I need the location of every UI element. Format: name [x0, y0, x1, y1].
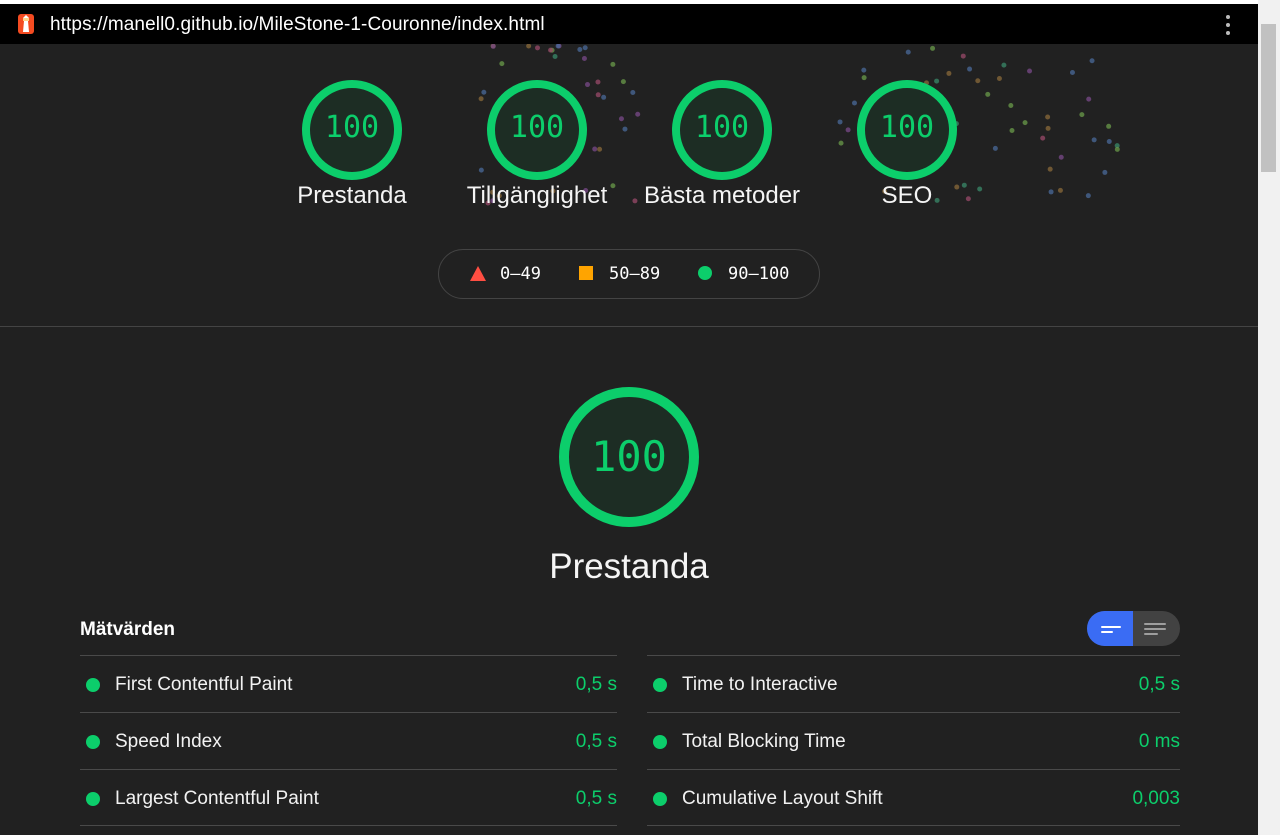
metric-value: 0,5 s — [575, 788, 617, 809]
triangle-icon — [470, 266, 486, 281]
legend-average-label: 50–89 — [609, 264, 661, 284]
confetti-dot — [526, 44, 532, 49]
metric-value: 0,5 s — [575, 674, 617, 695]
confetti-dot — [1009, 127, 1015, 133]
metrics-left-column: First Contentful Paint 0,5 s Speed Index… — [80, 655, 617, 826]
metric-row: Time to Interactive 0,5 s — [647, 655, 1180, 712]
confetti-dot — [1086, 96, 1092, 102]
metric-name: Cumulative Layout Shift — [682, 788, 883, 809]
gauge-label: Bästa metoder — [643, 182, 801, 209]
metric-value: 0,5 s — [575, 731, 617, 752]
confetti-dot — [1008, 102, 1014, 108]
pass-icon — [86, 678, 100, 692]
metric-row: First Contentful Paint 0,5 s — [80, 655, 617, 712]
confetti-dot — [960, 53, 966, 59]
gauge-label: Prestanda — [297, 182, 407, 209]
confetti-dot — [1079, 112, 1085, 118]
confetti-dot — [1045, 114, 1051, 120]
metric-value: 0 ms — [1138, 731, 1180, 752]
confetti-dot — [1040, 135, 1046, 141]
confetti-dot — [581, 55, 587, 61]
confetti-dot — [861, 67, 867, 73]
browser-topbar: https://manell0.github.io/MileStone-1-Co… — [0, 0, 1258, 44]
confetti-dot — [535, 45, 541, 51]
confetti-dot — [552, 54, 558, 60]
confetti-dot — [582, 45, 588, 51]
confetti-dot — [490, 44, 496, 49]
performance-score: 100 — [591, 432, 667, 481]
confetti-dot — [1091, 137, 1097, 143]
gauge-best-practices[interactable]: 100 Bästa metoder — [632, 78, 812, 210]
metrics-heading: Mätvärden — [80, 619, 176, 640]
gauge-score: 100 — [509, 110, 565, 145]
confetti-dot — [930, 45, 936, 51]
confetti-dot — [1045, 125, 1051, 131]
confetti-dot — [1022, 120, 1028, 126]
gauge-performance[interactable]: 100 Prestanda — [262, 78, 442, 210]
metric-name: First Contentful Paint — [115, 674, 293, 695]
square-icon — [579, 266, 593, 280]
gauge-score: 100 — [879, 110, 935, 145]
confetti-dot — [967, 66, 973, 72]
gauge-seo[interactable]: 100 SEO — [817, 78, 997, 210]
view-expanded-button[interactable] — [1133, 611, 1179, 646]
more-vert-icon[interactable] — [1221, 13, 1235, 37]
scrollbar[interactable] — [1258, 0, 1280, 835]
confetti-dot — [548, 47, 554, 53]
score-legend: 0–49 50–89 90–100 — [438, 249, 820, 299]
confetti-dot — [1027, 68, 1033, 74]
scores-header: 100 Prestanda 100 Tillgänglighet 100 Bäs… — [0, 44, 1258, 327]
confetti-dot — [1102, 169, 1108, 175]
metric-row: Cumulative Layout Shift 0,003 — [647, 769, 1180, 826]
pass-icon — [86, 792, 100, 806]
pass-icon — [653, 678, 667, 692]
confetti-dot — [610, 61, 616, 67]
metric-row: Largest Contentful Paint 0,5 s — [80, 769, 617, 826]
metric-name: Time to Interactive — [682, 674, 838, 695]
confetti-dot — [1057, 187, 1063, 193]
pass-icon — [86, 735, 100, 749]
confetti-dot — [996, 75, 1002, 81]
confetti-dot — [577, 47, 583, 53]
legend-fail-label: 0–49 — [500, 264, 541, 284]
confetti-dot — [1085, 193, 1091, 199]
confetti-dot — [1089, 58, 1095, 64]
metric-row: Speed Index 0,5 s — [80, 712, 617, 769]
metric-name: Total Blocking Time — [682, 731, 846, 752]
scrollbar-thumb[interactable] — [1261, 24, 1276, 172]
confetti-dot — [1069, 70, 1075, 76]
confetti-dot — [1106, 123, 1112, 129]
gauge-label: SEO — [881, 182, 933, 209]
pass-icon — [653, 792, 667, 806]
metrics-right-column: Time to Interactive 0,5 s Total Blocking… — [647, 655, 1180, 826]
confetti-dot — [1058, 154, 1064, 160]
pass-icon — [653, 735, 667, 749]
metrics-view-toggle[interactable] — [1087, 611, 1180, 646]
confetti-dot — [1001, 62, 1007, 68]
metric-row: Total Blocking Time 0 ms — [647, 712, 1180, 769]
metric-value: 0,5 s — [1138, 674, 1180, 695]
confetti-dot — [1048, 189, 1054, 195]
gauge-score: 100 — [324, 110, 380, 145]
performance-title: Prestanda — [549, 547, 709, 586]
gauge-label: Tillgänglighet — [466, 182, 608, 209]
legend-pass-label: 90–100 — [728, 264, 790, 284]
confetti-dot — [946, 70, 952, 76]
gauge-score: 100 — [694, 110, 750, 145]
metric-name: Speed Index — [115, 731, 222, 752]
confetti-dot — [499, 61, 505, 67]
metric-value: 0,003 — [1132, 788, 1180, 809]
gauge-accessibility[interactable]: 100 Tillgänglighet — [447, 78, 627, 210]
confetti-dot — [1047, 166, 1053, 172]
confetti-dot — [1114, 146, 1120, 152]
report-url[interactable]: https://manell0.github.io/MileStone-1-Co… — [50, 14, 545, 36]
view-summary-button[interactable] — [1087, 611, 1133, 646]
confetti-dot — [905, 49, 911, 55]
performance-gauge-large: 100 — [529, 384, 729, 534]
confetti-dot — [1106, 138, 1112, 144]
circle-icon — [698, 266, 712, 280]
lighthouse-icon — [18, 14, 34, 34]
metric-name: Largest Contentful Paint — [115, 788, 319, 809]
